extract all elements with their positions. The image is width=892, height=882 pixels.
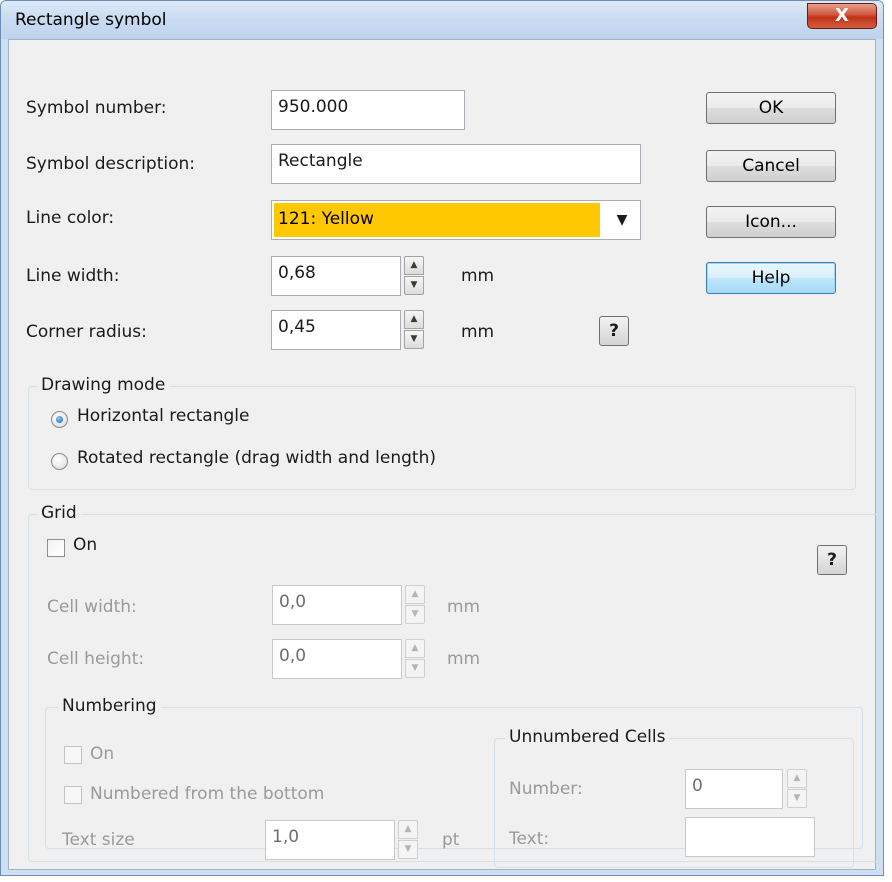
line-width-input[interactable]: 0,68: [271, 256, 401, 296]
spin-up-icon[interactable]: ▲: [787, 769, 807, 788]
unnumbered-number-input[interactable]: 0: [685, 769, 783, 809]
line-color-dropdown[interactable]: 121: Yellow ▼: [271, 200, 641, 240]
cell-width-label: Cell width:: [47, 597, 137, 617]
spin-down-icon[interactable]: ▼: [787, 789, 807, 808]
spin-up-icon[interactable]: ▲: [405, 639, 425, 658]
grid-help-button[interactable]: ?: [817, 545, 847, 575]
text-size-input[interactable]: 1,0: [265, 820, 395, 860]
corner-radius-label: Corner radius:: [26, 322, 147, 342]
cell-height-spinner[interactable]: ▲ ▼: [405, 639, 425, 679]
dropdown-arrow-icon[interactable]: ▼: [604, 201, 640, 239]
line-width-unit: mm: [461, 266, 495, 286]
horizontal-rectangle-radio[interactable]: [51, 411, 68, 428]
window-title: Rectangle symbol: [15, 10, 167, 30]
text-size-label: Text size: [62, 830, 135, 850]
spin-down-icon[interactable]: ▼: [405, 659, 425, 678]
drawing-mode-caption: Drawing mode: [37, 375, 170, 395]
cell-height-unit: mm: [447, 649, 481, 669]
cell-height-label: Cell height:: [47, 649, 145, 669]
spin-up-icon[interactable]: ▲: [405, 585, 425, 604]
numbering-on-checkbox[interactable]: [64, 746, 82, 764]
spin-down-icon[interactable]: ▼: [405, 605, 425, 624]
symbol-description-label: Symbol description:: [26, 154, 195, 174]
spin-down-icon[interactable]: ▼: [398, 840, 418, 859]
numbered-from-bottom-checkbox[interactable]: [64, 786, 82, 804]
close-icon: X: [835, 5, 849, 26]
cell-width-spinner[interactable]: ▲ ▼: [405, 585, 425, 625]
dialog-client-area: Symbol number: 950.000 Symbol descriptio…: [8, 39, 880, 870]
grid-on-checkbox[interactable]: [47, 539, 65, 557]
cell-width-unit: mm: [447, 597, 481, 617]
title-bar[interactable]: Rectangle symbol X: [1, 1, 883, 39]
icon-button[interactable]: Icon...: [706, 206, 836, 238]
line-color-selected-value: 121: Yellow: [274, 203, 600, 237]
spin-up-icon[interactable]: ▲: [404, 256, 424, 275]
cell-width-input[interactable]: 0,0: [272, 585, 402, 625]
unnumbered-number-spinner[interactable]: ▲ ▼: [787, 769, 807, 809]
drawing-mode-group: Drawing mode Horizontal rectangle Rotate…: [28, 375, 856, 490]
unnumbered-cells-group: Unnumbered Cells Number: 0 ▲ ▼ Text:: [494, 727, 854, 868]
unnumbered-number-label: Number:: [509, 779, 583, 799]
corner-radius-spinner[interactable]: ▲ ▼: [404, 310, 424, 350]
numbered-from-bottom-label[interactable]: Numbered from the bottom: [90, 784, 324, 804]
dialog-window: Rectangle symbol X Symbol number: 950.00…: [0, 0, 884, 876]
corner-radius-help-button[interactable]: ?: [599, 316, 629, 346]
symbol-number-label: Symbol number:: [26, 98, 167, 118]
spin-up-icon[interactable]: ▲: [404, 310, 424, 329]
spin-up-icon[interactable]: ▲: [398, 820, 418, 839]
grid-on-label[interactable]: On: [73, 535, 97, 555]
ok-button[interactable]: OK: [706, 92, 836, 124]
rotated-rectangle-label[interactable]: Rotated rectangle (drag width and length…: [77, 448, 436, 468]
rotated-rectangle-radio[interactable]: [51, 453, 68, 470]
cell-height-input[interactable]: 0,0: [272, 639, 402, 679]
unnumbered-cells-caption: Unnumbered Cells: [505, 727, 670, 747]
text-size-unit: pt: [442, 830, 460, 850]
corner-radius-unit: mm: [461, 322, 495, 342]
numbering-group: Numbering On Numbered from the bottom Te…: [45, 696, 863, 868]
spin-down-icon[interactable]: ▼: [404, 330, 424, 349]
symbol-number-input[interactable]: 950.000: [271, 90, 465, 130]
horizontal-rectangle-label[interactable]: Horizontal rectangle: [77, 406, 249, 426]
cancel-button[interactable]: Cancel: [706, 150, 836, 182]
line-width-label: Line width:: [26, 266, 120, 286]
numbering-on-label[interactable]: On: [90, 744, 114, 764]
symbol-description-input[interactable]: Rectangle: [271, 144, 641, 184]
line-width-spinner[interactable]: ▲ ▼: [404, 256, 424, 296]
help-button[interactable]: Help: [706, 262, 836, 294]
grid-caption: Grid: [37, 503, 81, 523]
unnumbered-text-input[interactable]: [685, 817, 815, 857]
spin-down-icon[interactable]: ▼: [404, 276, 424, 295]
corner-radius-input[interactable]: 0,45: [271, 310, 401, 350]
unnumbered-text-label: Text:: [509, 829, 550, 849]
text-size-spinner[interactable]: ▲ ▼: [398, 820, 418, 860]
close-button[interactable]: X: [807, 3, 877, 29]
line-color-label: Line color:: [26, 208, 115, 228]
grid-group: Grid On ? Cell width: 0,0 ▲ ▼ mm Cell he…: [28, 503, 880, 868]
numbering-caption: Numbering: [58, 696, 161, 716]
